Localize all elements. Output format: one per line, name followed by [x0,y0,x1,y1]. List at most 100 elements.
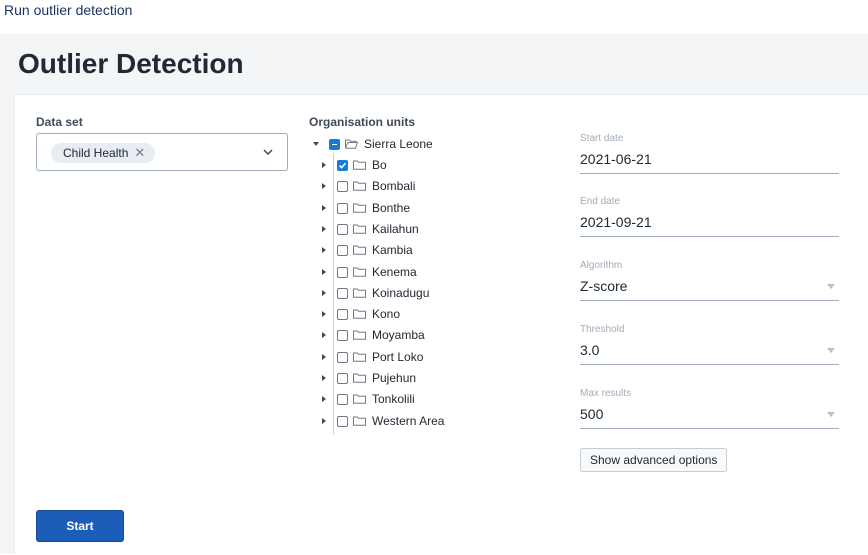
tree-item-label[interactable]: Kailahun [372,222,419,236]
chip-remove-icon[interactable]: ✕ [134,145,145,161]
max-results-select[interactable]: Max results 500 [580,388,839,430]
tree-item: Tonkolili [319,390,415,408]
folder-icon [353,267,366,277]
page-title: Outlier Detection [18,48,244,79]
tree-item: Kono [319,305,400,323]
tree-item: Koinadugu [319,284,429,302]
start-button[interactable]: Start [36,510,124,542]
form-card: Data set Child Health ✕ Organisation uni… [15,94,868,555]
end-date-underline [580,236,839,237]
dataset-chip-label: Child Health [63,146,129,160]
tree-item-label[interactable]: Bonthe [372,201,410,215]
tree-item-checkbox[interactable] [337,351,348,363]
tree-item-label[interactable]: Bo [372,158,387,172]
end-date-value[interactable]: 2021-09-21 [580,214,652,230]
tree-item-checkbox[interactable] [337,223,348,235]
tree-item-label[interactable]: Tonkolili [372,392,415,406]
dropdown-arrow-icon[interactable] [827,348,835,353]
max-results-value[interactable]: 500 [580,406,603,422]
caret-right-icon[interactable] [319,181,329,191]
dataset-chip: Child Health ✕ [51,143,156,163]
tree-item-label[interactable]: Moyamba [372,328,425,342]
tree-item-checkbox[interactable] [337,266,348,278]
root-checkbox[interactable] [329,138,340,150]
folder-icon [353,352,366,362]
tree-item-label[interactable]: Kambia [372,243,413,257]
algorithm-value[interactable]: Z-score [580,278,627,294]
end-date-field[interactable]: End date 2021-09-21 [580,196,839,238]
folder-icon [353,181,366,191]
folder-icon [353,203,366,213]
tree-item: Moyamba [319,326,425,344]
tree-item: Port Loko [319,348,423,366]
caret-right-icon[interactable] [319,373,329,383]
start-date-label: Start date [580,133,624,144]
dataset-select[interactable]: Child Health ✕ [36,133,288,171]
caret-right-icon[interactable] [319,160,329,170]
caret-right-icon[interactable] [319,245,329,255]
threshold-label: Threshold [580,324,625,335]
tree-item: Kambia [319,241,413,259]
tree-item: Western Area [319,412,444,430]
chevron-down-icon[interactable] [263,149,273,155]
tree-item-label[interactable]: Pujehun [372,371,416,385]
algorithm-underline [580,300,839,301]
tree-item: Bo [319,156,387,174]
tree-item-label[interactable]: Kenema [372,265,417,279]
folder-icon [353,373,366,383]
caret-right-icon[interactable] [319,224,329,234]
caret-right-icon[interactable] [319,309,329,319]
tree-item-checkbox[interactable] [337,372,348,384]
tree-item-checkbox[interactable] [337,415,348,427]
tree-item: Pujehun [319,369,416,387]
caret-right-icon[interactable] [319,288,329,298]
tree-item-checkbox[interactable] [337,244,348,256]
tree-root-label[interactable]: Sierra Leone [364,137,433,151]
tree-item-label[interactable]: Port Loko [372,350,423,364]
threshold-value[interactable]: 3.0 [580,342,599,358]
folder-icon [353,394,366,404]
start-date-field[interactable]: Start date 2021-06-21 [580,133,839,175]
caret-right-icon[interactable] [319,203,329,213]
show-advanced-options-button[interactable]: Show advanced options [580,448,728,472]
caret-right-icon[interactable] [319,352,329,362]
algorithm-select[interactable]: Algorithm Z-score [580,260,839,302]
folder-open-icon [345,139,358,149]
folder-icon [353,288,366,298]
caret-right-icon[interactable] [319,330,329,340]
tree-item-checkbox[interactable] [337,159,348,171]
threshold-underline [580,364,839,365]
tree-item-checkbox[interactable] [337,393,348,405]
max-results-label: Max results [580,388,632,399]
tree-item-checkbox[interactable] [337,202,348,214]
tree-item: Kailahun [319,220,419,238]
tree-root: Sierra Leone [311,135,433,153]
folder-icon [353,245,366,255]
main-panel: Outlier Detection Data set Child Health … [0,34,868,555]
tree-item-checkbox[interactable] [337,308,348,320]
caret-right-icon[interactable] [319,267,329,277]
dropdown-arrow-icon[interactable] [827,284,835,289]
dropdown-arrow-icon[interactable] [827,412,835,417]
dataset-label: Data set [36,115,83,129]
caret-right-icon[interactable] [319,394,329,404]
tree-item-label[interactable]: Bombali [372,179,415,193]
max-results-underline [580,428,839,429]
start-date-value[interactable]: 2021-06-21 [580,151,652,167]
end-date-label: End date [580,196,621,207]
tree-item-checkbox[interactable] [337,329,348,341]
start-date-underline [580,173,839,174]
run-outlier-detection-link[interactable]: Run outlier detection [4,2,132,18]
tree-item-checkbox[interactable] [337,180,348,192]
tree-item-label[interactable]: Kono [372,307,400,321]
threshold-select[interactable]: Threshold 3.0 [580,324,839,366]
tree-item: Kenema [319,263,417,281]
tree-item-checkbox[interactable] [337,287,348,299]
caret-right-icon[interactable] [319,416,329,426]
tree-item-label[interactable]: Western Area [372,414,444,428]
caret-down-icon[interactable] [311,139,321,149]
folder-icon [353,330,366,340]
folder-icon [353,309,366,319]
tree-item-label[interactable]: Koinadugu [372,286,429,300]
check-icon [338,162,347,169]
